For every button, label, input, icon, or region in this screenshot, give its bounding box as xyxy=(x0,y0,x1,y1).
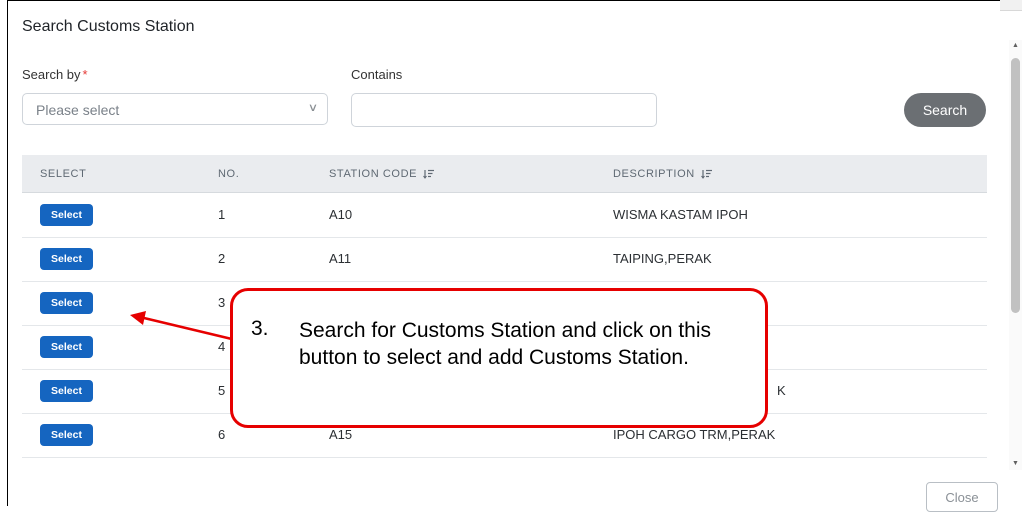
annotation-arrow xyxy=(130,311,237,342)
annotation-text: Search for Customs Station and click on … xyxy=(299,319,712,369)
annotation-number: 3. xyxy=(251,317,269,340)
annotation-callout: 3. Search for Customs Station and click … xyxy=(230,288,768,428)
